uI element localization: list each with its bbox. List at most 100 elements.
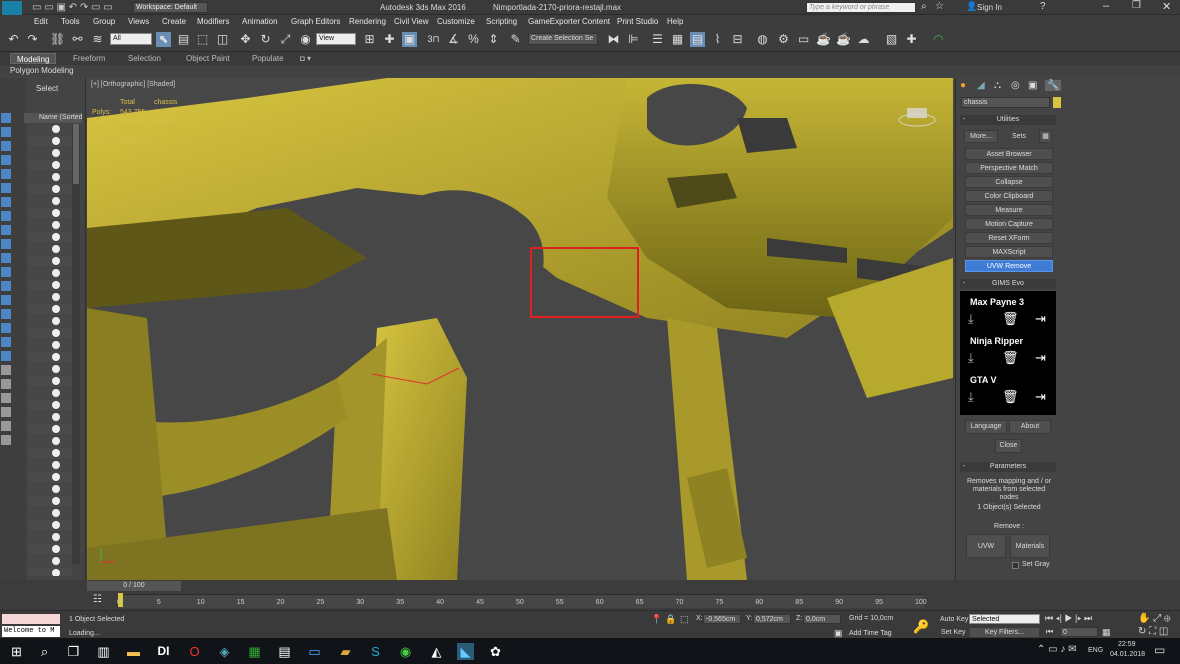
scene-row[interactable]	[28, 556, 72, 567]
visibility-eye-icon[interactable]	[52, 209, 60, 217]
scene-row[interactable]	[28, 436, 72, 447]
scene-filter-icon[interactable]	[1, 253, 11, 263]
scene-filter-icon[interactable]	[1, 183, 11, 193]
menu-graph-editors[interactable]: Graph Editors	[291, 16, 340, 27]
utility-button-motion-capture[interactable]: Motion Capture	[965, 218, 1053, 230]
scene-row[interactable]	[28, 424, 72, 435]
isolate-icon[interactable]: 📍	[651, 614, 662, 625]
render-iterative-icon[interactable]: ☕	[836, 32, 851, 47]
snaps-toggle-icon[interactable]: 3⊓	[426, 32, 441, 47]
undo-icon[interactable]: ↶	[6, 32, 21, 47]
scene-filter-icon[interactable]	[1, 113, 11, 123]
utilities-tab-icon[interactable]: 🔧	[1045, 80, 1062, 91]
visibility-eye-icon[interactable]	[52, 257, 60, 265]
schematic-view-icon[interactable]: ⊟	[730, 32, 745, 47]
utility-button-color-clipboard[interactable]: Color Clipboard	[965, 190, 1053, 202]
set-gray-checkbox[interactable]	[1012, 562, 1019, 569]
scene-row[interactable]	[28, 460, 72, 471]
ribbon-toggle-icon[interactable]: ◠	[931, 32, 946, 47]
scene-row[interactable]	[28, 520, 72, 531]
scene-filter-icon[interactable]	[1, 365, 11, 375]
utility-button-maxscript[interactable]: MAXScript	[965, 246, 1053, 258]
visibility-eye-icon[interactable]	[52, 437, 60, 445]
menu-create[interactable]: Create	[162, 16, 186, 27]
key-filters-button[interactable]: Key Filters...	[969, 627, 1040, 638]
about-button[interactable]: About	[1009, 420, 1051, 434]
scene-filter-icon[interactable]	[1, 127, 11, 137]
menu-scripting[interactable]: Scripting	[486, 16, 517, 27]
render-production-icon[interactable]: ☕	[816, 32, 831, 47]
scene-row[interactable]	[28, 160, 72, 171]
select-label[interactable]: Select	[36, 84, 58, 93]
sets-button[interactable]: Sets	[1002, 130, 1036, 143]
trash-icon[interactable]: 🗑	[1002, 351, 1019, 365]
key-icon[interactable]: 🔑	[913, 619, 929, 635]
import-icon[interactable]: ⇥	[1035, 351, 1046, 365]
scene-row[interactable]	[28, 196, 72, 207]
add-time-tag[interactable]: Add Time Tag	[849, 630, 892, 637]
unlink-icon[interactable]: ⚯	[70, 32, 85, 47]
close-button[interactable]: ✕	[1162, 0, 1171, 13]
scene-filter-icon[interactable]	[1, 239, 11, 249]
download-icon[interactable]: ⤓	[968, 390, 974, 404]
visibility-eye-icon[interactable]	[52, 485, 60, 493]
skype-icon[interactable]: S	[367, 643, 384, 660]
percent-snap-icon[interactable]: %	[466, 32, 481, 47]
visibility-eye-icon[interactable]	[52, 173, 60, 181]
utilities-rollout-header[interactable]: - Utilities	[960, 115, 1056, 125]
visibility-eye-icon[interactable]	[52, 521, 60, 529]
scene-row[interactable]	[28, 400, 72, 411]
select-manipulate-icon[interactable]: ✚	[382, 32, 397, 47]
import-icon[interactable]: ⇥	[1035, 390, 1046, 404]
menu-group[interactable]: Group	[93, 16, 115, 27]
minimize-button[interactable]: –	[1103, 0, 1109, 12]
mirror-icon[interactable]: ⧓	[606, 32, 621, 47]
bind-spacewarp-icon[interactable]: ≋	[90, 32, 105, 47]
notifications-icon[interactable]: ▭	[1154, 643, 1165, 657]
link-icon[interactable]: ⛓	[50, 32, 65, 47]
opera-icon[interactable]: O	[186, 643, 203, 660]
visibility-eye-icon[interactable]	[52, 461, 60, 469]
quick-access-icons[interactable]: ▭ ▭ ▣ ↶ ↷ ▭ ▭	[32, 2, 113, 13]
menu-help[interactable]: Help	[667, 16, 683, 27]
menu-content[interactable]: Content	[582, 16, 610, 27]
tab-populate[interactable]: Populate	[252, 53, 284, 64]
scene-row[interactable]	[28, 364, 72, 375]
edit-named-sel-icon[interactable]: ✎	[508, 32, 523, 47]
chrome-icon[interactable]: ◉	[397, 643, 414, 660]
scene-row[interactable]	[28, 544, 72, 555]
redo-icon[interactable]: ↷	[25, 32, 40, 47]
render-in-cloud-icon[interactable]: ☁	[856, 32, 871, 47]
scene-filter-icon[interactable]	[1, 407, 11, 417]
workspace-dropdown[interactable]: Workspace: Default	[133, 2, 208, 13]
scene-row[interactable]	[28, 328, 72, 339]
utility-button-reset-xform[interactable]: Reset XForm	[965, 232, 1053, 244]
motion-tab-icon[interactable]: ◎	[1011, 80, 1020, 91]
scene-row[interactable]	[28, 376, 72, 387]
app-books-icon[interactable]: ▥	[95, 643, 112, 660]
tab-modeling[interactable]: Modeling	[10, 53, 57, 64]
scene-row[interactable]	[28, 316, 72, 327]
utility-button-perspective-match[interactable]: Perspective Match	[965, 162, 1053, 174]
search-input[interactable]: Type a keyword or phrase	[806, 2, 916, 13]
scene-filter-icon[interactable]	[1, 337, 11, 347]
render-setup-icon[interactable]: ⚙	[776, 32, 791, 47]
scene-row[interactable]	[28, 292, 72, 303]
visibility-eye-icon[interactable]	[52, 449, 60, 457]
menu-civil-view[interactable]: Civil View	[394, 16, 429, 27]
scene-row[interactable]	[28, 124, 72, 135]
visibility-eye-icon[interactable]	[52, 245, 60, 253]
language-indicator[interactable]: ENG	[1088, 647, 1103, 654]
visibility-eye-icon[interactable]	[52, 281, 60, 289]
scene-filter-icon[interactable]	[1, 351, 11, 361]
scene-filter-icon[interactable]	[1, 211, 11, 221]
close-gims-button[interactable]: Close	[995, 439, 1022, 453]
scene-filter-icon[interactable]	[1, 435, 11, 445]
visibility-eye-icon[interactable]	[52, 341, 60, 349]
curve-editor-icon[interactable]: ⌇	[710, 32, 725, 47]
visibility-eye-icon[interactable]	[52, 185, 60, 193]
task-view-icon[interactable]: ❐	[65, 643, 82, 660]
excel-icon[interactable]: ▦	[246, 643, 263, 660]
move-icon[interactable]: ✥	[238, 32, 253, 47]
language-button[interactable]: Language	[965, 420, 1007, 434]
